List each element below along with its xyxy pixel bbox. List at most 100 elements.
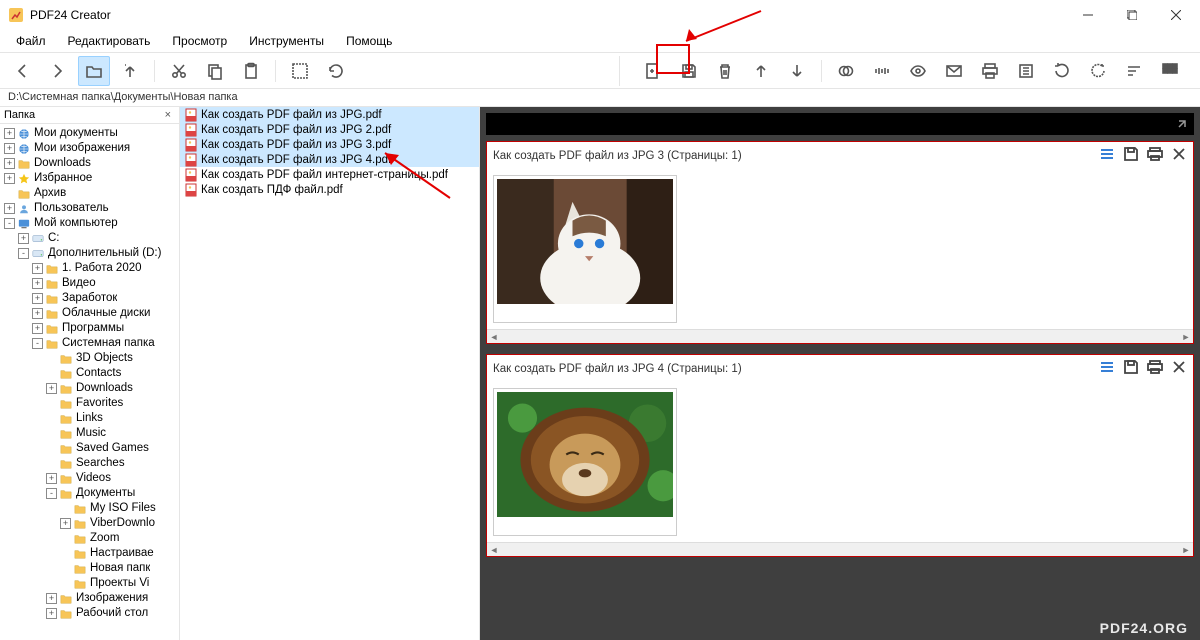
select-all-button[interactable]: [284, 56, 316, 86]
save-button[interactable]: [673, 56, 705, 86]
menu-view[interactable]: Просмотр: [162, 31, 237, 51]
minimize-button[interactable]: [1066, 0, 1110, 30]
doc-menu-icon[interactable]: [1099, 359, 1115, 378]
tree-item[interactable]: +Изображения: [0, 591, 179, 606]
file-row[interactable]: Как создать ПДФ файл.pdf: [180, 182, 479, 197]
tree-item[interactable]: -Документы: [0, 486, 179, 501]
doc-scrollbar[interactable]: ◄►: [487, 329, 1193, 343]
tree-item[interactable]: Searches: [0, 456, 179, 471]
tree-item[interactable]: +1. Работа 2020: [0, 261, 179, 276]
tree-item[interactable]: Настраивае: [0, 546, 179, 561]
tree-item[interactable]: +ViberDownlo: [0, 516, 179, 531]
expand-icon[interactable]: -: [18, 248, 29, 259]
tree-item[interactable]: -Системная папка: [0, 336, 179, 351]
refresh-button[interactable]: [320, 56, 352, 86]
page-thumbnail[interactable]: [493, 175, 677, 323]
tree-item[interactable]: Music: [0, 426, 179, 441]
tree-item[interactable]: Zoom: [0, 531, 179, 546]
tree-item[interactable]: -Дополнительный (D:): [0, 246, 179, 261]
expand-icon[interactable]: +: [32, 323, 43, 334]
tree-item[interactable]: +Videos: [0, 471, 179, 486]
doc-close-icon[interactable]: [1171, 359, 1187, 378]
rotate-left-button[interactable]: [1046, 56, 1078, 86]
move-down-button[interactable]: [781, 56, 813, 86]
expand-icon[interactable]: +: [60, 518, 71, 529]
delete-button[interactable]: [709, 56, 741, 86]
open-folder-button[interactable]: [78, 56, 110, 86]
tree-item[interactable]: -Мой компьютер: [0, 216, 179, 231]
tree-item[interactable]: +Downloads: [0, 381, 179, 396]
doc-print-icon[interactable]: [1147, 359, 1163, 378]
email-button[interactable]: [938, 56, 970, 86]
tree-item[interactable]: +Программы: [0, 321, 179, 336]
close-button[interactable]: [1154, 0, 1198, 30]
tree-item[interactable]: +Downloads: [0, 156, 179, 171]
paste-button[interactable]: [235, 56, 267, 86]
tree-item[interactable]: Links: [0, 411, 179, 426]
grid-view-button[interactable]: [1154, 56, 1186, 86]
expand-icon[interactable]: +: [4, 128, 15, 139]
menu-file[interactable]: Файл: [6, 31, 56, 51]
expand-icon[interactable]: +: [18, 233, 29, 244]
fax-button[interactable]: [1010, 56, 1042, 86]
tree-item[interactable]: Contacts: [0, 366, 179, 381]
tree-item[interactable]: +Облачные диски: [0, 306, 179, 321]
expand-icon[interactable]: -: [32, 338, 43, 349]
file-row[interactable]: Как создать PDF файл из JPG 4.pdf: [180, 152, 479, 167]
expand-icon[interactable]: +: [32, 308, 43, 319]
expand-icon[interactable]: +: [32, 293, 43, 304]
page-thumbnail[interactable]: [493, 388, 677, 536]
expand-icon[interactable]: +: [4, 203, 15, 214]
tree-item[interactable]: Новая папк: [0, 561, 179, 576]
print-button[interactable]: [974, 56, 1006, 86]
sort-button[interactable]: [1118, 56, 1150, 86]
doc-save-icon[interactable]: [1123, 146, 1139, 165]
doc-save-icon[interactable]: [1123, 359, 1139, 378]
nav-up-button[interactable]: [114, 56, 146, 86]
folder-tree[interactable]: +Мои документы+Мои изображения+Downloads…: [0, 124, 179, 640]
tree-item[interactable]: +C:: [0, 231, 179, 246]
file-row[interactable]: Как создать PDF файл интернет-страницы.p…: [180, 167, 479, 182]
tree-item[interactable]: +Избранное: [0, 171, 179, 186]
expand-icon[interactable]: +: [32, 278, 43, 289]
tree-item[interactable]: My ISO Files: [0, 501, 179, 516]
doc-scrollbar[interactable]: ◄►: [487, 542, 1193, 556]
expand-icon[interactable]: +: [32, 263, 43, 274]
file-row[interactable]: Как создать PDF файл из JPG 3.pdf: [180, 137, 479, 152]
sidebar-close-icon[interactable]: ×: [161, 109, 175, 121]
tree-item[interactable]: Favorites: [0, 396, 179, 411]
file-row[interactable]: Как создать PDF файл из JPG 2.pdf: [180, 122, 479, 137]
new-doc-button[interactable]: [637, 56, 669, 86]
expand-icon[interactable]: -: [46, 488, 57, 499]
expand-icon[interactable]: +: [46, 593, 57, 604]
menu-help[interactable]: Помощь: [336, 31, 402, 51]
tree-item[interactable]: +Пользователь: [0, 201, 179, 216]
expand-icon[interactable]: +: [4, 158, 15, 169]
tree-item[interactable]: Saved Games: [0, 441, 179, 456]
tree-item[interactable]: +Рабочий стол: [0, 606, 179, 621]
move-up-button[interactable]: [745, 56, 777, 86]
merge-button[interactable]: [830, 56, 862, 86]
tree-item[interactable]: +Заработок: [0, 291, 179, 306]
doc-menu-icon[interactable]: [1099, 146, 1115, 165]
rotate-right-button[interactable]: [1082, 56, 1114, 86]
expand-icon[interactable]: +: [46, 383, 57, 394]
copy-button[interactable]: [199, 56, 231, 86]
collapsed-doc-strip[interactable]: [486, 113, 1194, 135]
expand-icon[interactable]: +: [4, 143, 15, 154]
file-list[interactable]: Как создать PDF файл из JPG.pdfКак созда…: [180, 107, 480, 640]
expand-icon[interactable]: +: [4, 173, 15, 184]
tree-item[interactable]: +Мои документы: [0, 126, 179, 141]
doc-close-icon[interactable]: [1171, 146, 1187, 165]
tree-item[interactable]: 3D Objects: [0, 351, 179, 366]
split-button[interactable]: [866, 56, 898, 86]
doc-print-icon[interactable]: [1147, 146, 1163, 165]
tree-item[interactable]: +Видео: [0, 276, 179, 291]
file-row[interactable]: Как создать PDF файл из JPG.pdf: [180, 107, 479, 122]
maximize-button[interactable]: [1110, 0, 1154, 30]
tree-item[interactable]: +Мои изображения: [0, 141, 179, 156]
tree-item[interactable]: Проекты Vi: [0, 576, 179, 591]
menu-edit[interactable]: Редактировать: [58, 31, 161, 51]
expand-icon[interactable]: -: [4, 218, 15, 229]
menu-tools[interactable]: Инструменты: [239, 31, 334, 51]
